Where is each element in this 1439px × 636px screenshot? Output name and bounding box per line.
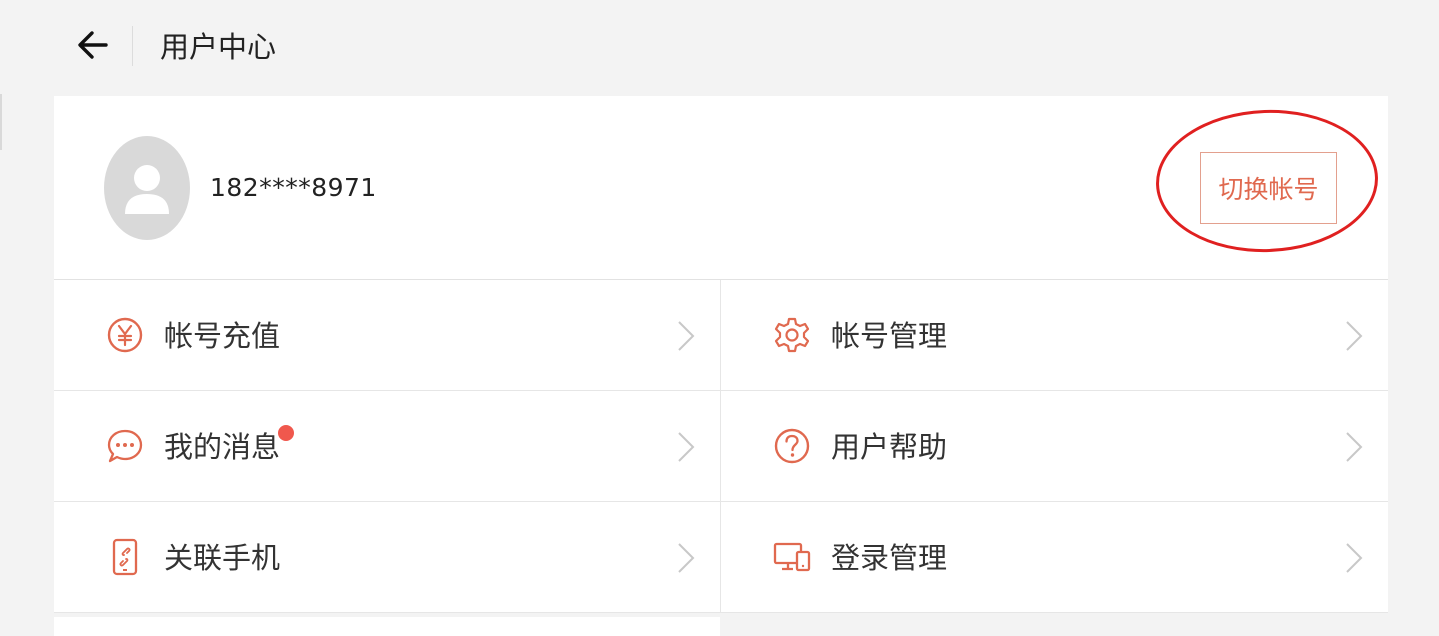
chat-bubble-icon	[107, 429, 143, 463]
chevron-right-icon	[1346, 432, 1363, 462]
menu-item-label: 登录管理	[831, 541, 948, 575]
yuan-icon	[107, 317, 143, 353]
unread-badge	[278, 425, 294, 441]
chevron-right-icon	[678, 321, 695, 351]
user-phone: 182****8971	[210, 173, 377, 202]
devices-icon	[773, 542, 811, 572]
menu-item-link-phone[interactable]: 关联手机	[54, 502, 720, 613]
menu-item-help[interactable]: 用户帮助	[720, 391, 1388, 502]
menu-item-recharge[interactable]: 帐号充值	[54, 280, 720, 391]
phone-link-icon	[112, 538, 138, 576]
top-bar: 用户中心	[0, 0, 1439, 94]
menu-item-label: 用户帮助	[831, 430, 948, 464]
back-button[interactable]	[70, 22, 116, 68]
menu-item-account-manage[interactable]: 帐号管理	[720, 280, 1388, 391]
gear-icon	[774, 317, 810, 353]
menu-item-label: 我的消息	[164, 430, 281, 464]
chevron-right-icon	[1346, 321, 1363, 351]
next-row-peek	[54, 617, 720, 636]
menu-grid: 帐号充值 帐号管理 我的消息 用户帮助 关联手机 登录管理	[54, 280, 1388, 613]
chevron-right-icon	[1346, 543, 1363, 573]
chevron-right-icon	[678, 543, 695, 573]
profile-section: 182****8971 切换帐号	[54, 96, 1388, 280]
question-icon	[774, 428, 810, 464]
menu-item-label: 帐号管理	[831, 319, 948, 353]
menu-item-label: 帐号充值	[164, 319, 281, 353]
arrow-left-icon	[78, 31, 108, 59]
menu-item-messages[interactable]: 我的消息	[54, 391, 720, 502]
avatar	[104, 136, 190, 240]
user-card: 182****8971 切换帐号 帐号充值 帐号管理 我的消息 用户帮助 关联手…	[54, 96, 1388, 613]
switch-account-button[interactable]: 切换帐号	[1200, 152, 1337, 224]
header-divider	[132, 26, 133, 66]
page-title: 用户中心	[160, 30, 277, 64]
chevron-right-icon	[678, 432, 695, 462]
menu-item-login-manage[interactable]: 登录管理	[720, 502, 1388, 613]
user-avatar-icon	[125, 165, 169, 214]
menu-item-label: 关联手机	[164, 541, 281, 575]
